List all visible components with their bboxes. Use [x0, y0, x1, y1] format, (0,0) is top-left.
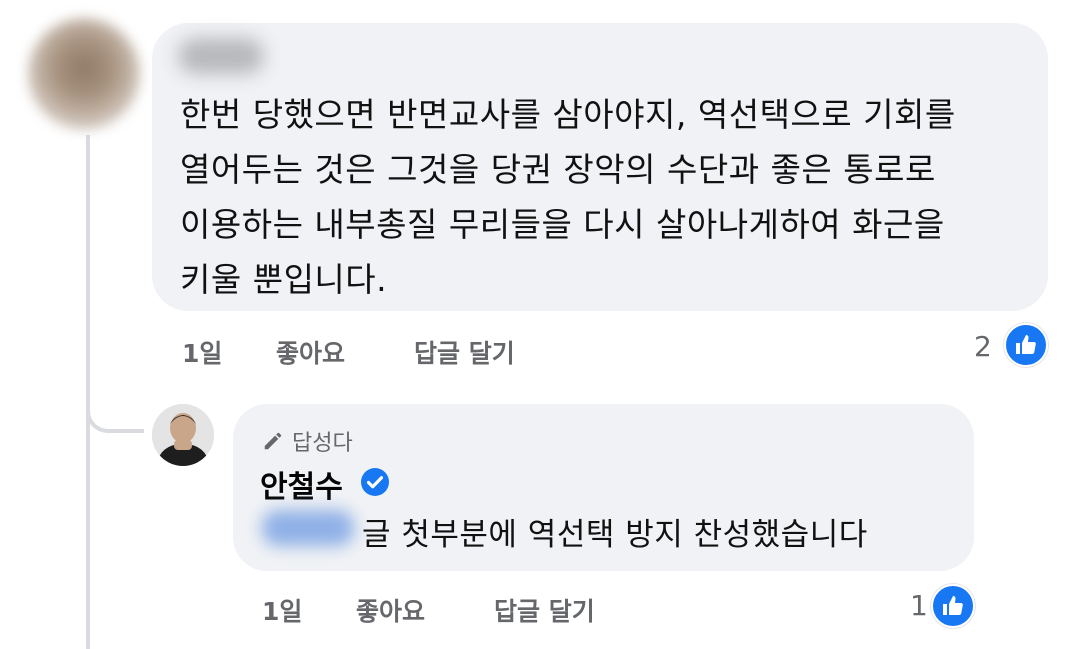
thread-line [86, 135, 90, 649]
verified-check-icon [361, 468, 389, 496]
reply-time[interactable]: 1일 [262, 592, 302, 628]
reply-author-avatar[interactable] [152, 404, 214, 466]
thumbs-up-icon[interactable] [931, 584, 975, 628]
reply-author-name[interactable]: 안철수 [260, 462, 343, 506]
author-badge: 답성다 [262, 425, 353, 457]
comment-like-count[interactable]: 2 [974, 330, 992, 363]
thumbs-up-icon[interactable] [1004, 323, 1048, 367]
commenter-name-blurred[interactable] [178, 38, 264, 74]
reply-reply-button[interactable]: 답글 달기 [494, 592, 595, 628]
reply-like-button[interactable]: 좋아요 [356, 592, 425, 628]
reply-connector [86, 405, 144, 433]
comment-reply-button[interactable]: 답글 달기 [414, 334, 515, 370]
author-badge-label: 답성다 [292, 431, 353, 456]
pencil-icon [264, 432, 282, 450]
comment-text: 한번 당했으면 반면교사를 삼아야지, 역선택으로 기회를 열어두는 것은 그것… [180, 95, 956, 299]
mentioned-user-blurred[interactable] [262, 510, 354, 546]
reply-text: 글 첫부분에 역선택 방지 찬성했습니다 [362, 517, 868, 553]
reply-like-count[interactable]: 1 [910, 589, 928, 622]
commenter-avatar[interactable] [28, 18, 140, 130]
comment-like-button[interactable]: 좋아요 [276, 334, 345, 370]
comment-time[interactable]: 1일 [182, 334, 222, 370]
